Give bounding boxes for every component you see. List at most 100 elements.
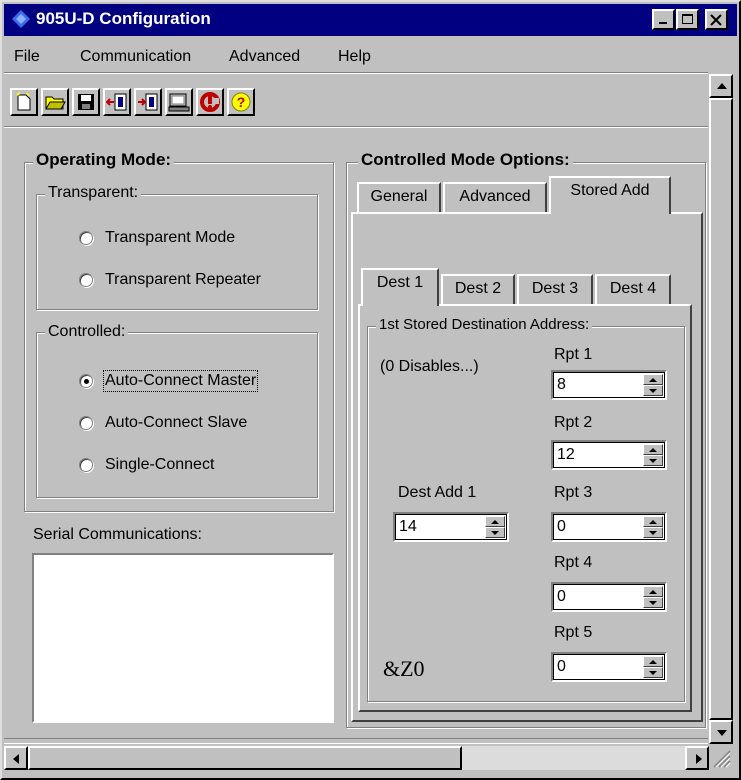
tab-label: Advanced: [459, 188, 531, 205]
rpt-2-label: Rpt 2: [554, 414, 593, 431]
open-file-button[interactable]: [41, 88, 69, 116]
minimize-button[interactable]: [652, 9, 675, 30]
tab-dest-1[interactable]: Dest 1: [361, 268, 439, 306]
reset-icon: [200, 92, 220, 112]
rpt-5-value[interactable]: 0: [557, 658, 566, 676]
menu-file[interactable]: File: [14, 48, 40, 66]
tab-stored-add[interactable]: Stored Add: [549, 176, 671, 214]
radio-label: Transparent Repeater: [105, 271, 261, 288]
help-button[interactable]: ?: [227, 88, 255, 116]
rpt-3-spinbox[interactable]: 0: [551, 512, 667, 542]
radio-label: Transparent Mode: [105, 229, 236, 246]
spin-up-icon[interactable]: [643, 656, 663, 667]
rpt-4-label: Rpt 4: [554, 554, 593, 571]
spin-up-icon[interactable]: [643, 516, 663, 527]
rpt-5-spinbox[interactable]: 0: [551, 652, 667, 682]
spin-down-icon[interactable]: [643, 597, 663, 608]
stored-destination-label: 1st Stored Destination Address:: [376, 316, 593, 333]
horizontal-scrollbar[interactable]: [4, 746, 709, 770]
size-grip-icon: [713, 750, 731, 768]
rpt-4-spinbox[interactable]: 0: [551, 582, 667, 612]
new-file-button[interactable]: [10, 88, 38, 116]
spin-up-icon[interactable]: [643, 374, 663, 385]
maximize-button[interactable]: [676, 9, 699, 30]
reset-button[interactable]: [196, 88, 224, 116]
status-strip: [4, 738, 708, 744]
radio-single-connect[interactable]: Single-Connect: [79, 453, 214, 477]
spin-down-icon[interactable]: [643, 527, 663, 538]
operating-mode-label: Operating Mode:: [33, 150, 175, 170]
save-file-button[interactable]: [72, 88, 100, 116]
serial-communications-label: Serial Communications:: [33, 526, 202, 543]
menu-communication[interactable]: Communication: [80, 48, 191, 66]
tab-dest-3[interactable]: Dest 3: [517, 274, 593, 304]
minimize-icon: [659, 22, 667, 24]
radio-button-checked[interactable]: [79, 374, 93, 388]
arrow-left-icon: [13, 754, 19, 764]
tab-label: Dest 4: [609, 280, 657, 297]
radio-button[interactable]: [79, 231, 93, 245]
spin-down-icon[interactable]: [643, 385, 663, 396]
transparent-label: Transparent:: [45, 184, 142, 202]
rpt-3-label: Rpt 3: [554, 484, 593, 501]
menu-help[interactable]: Help: [338, 48, 371, 66]
rpt-1-label: Rpt 1: [554, 346, 593, 363]
rpt-3-value[interactable]: 0: [557, 518, 566, 536]
radio-label: Auto-Connect Slave: [105, 414, 248, 431]
command-string: &Z0: [383, 656, 425, 681]
radio-button[interactable]: [79, 416, 93, 430]
tab-dest-4[interactable]: Dest 4: [595, 274, 671, 304]
radio-auto-connect-slave[interactable]: Auto-Connect Slave: [79, 411, 247, 435]
close-icon: [710, 14, 722, 26]
spin-up-icon[interactable]: [643, 586, 663, 597]
hscroll-thumb[interactable]: [28, 746, 462, 770]
radio-button[interactable]: [79, 458, 93, 472]
write-button[interactable]: [134, 88, 162, 116]
scroll-left-button[interactable]: [4, 746, 28, 770]
radio-transparent-repeater[interactable]: Transparent Repeater: [79, 268, 261, 292]
tab-label: Dest 2: [454, 280, 502, 297]
tab-label: General: [370, 188, 428, 205]
spin-down-icon[interactable]: [643, 667, 663, 678]
arrow-right-icon: [696, 754, 702, 764]
controlled-label: Controlled:: [45, 323, 129, 341]
toolbar-separator: [4, 126, 708, 128]
tab-label: Dest 1: [376, 274, 424, 291]
spin-down-icon[interactable]: [643, 455, 663, 466]
spin-down-icon[interactable]: [485, 527, 505, 538]
scroll-thumb[interactable]: [709, 98, 733, 720]
tab-general[interactable]: General: [357, 182, 441, 212]
tab-advanced[interactable]: Advanced: [443, 182, 547, 212]
radio-button[interactable]: [79, 273, 93, 287]
scroll-right-button[interactable]: [685, 746, 709, 770]
dest-add-spinbox[interactable]: 14: [393, 512, 509, 542]
terminal-button[interactable]: [165, 88, 193, 116]
rpt-2-value[interactable]: 12: [557, 446, 575, 464]
radio-auto-connect-master[interactable]: Auto-Connect Master: [79, 369, 259, 393]
spin-up-icon[interactable]: [485, 516, 505, 527]
new-icon: [16, 92, 31, 111]
tab-dest-2[interactable]: Dest 2: [441, 274, 515, 304]
arrow-down-icon: [717, 730, 727, 736]
rpt-4-value[interactable]: 0: [557, 588, 566, 606]
close-button[interactable]: [705, 9, 728, 30]
rpt-2-spinbox[interactable]: 12: [551, 440, 667, 470]
open-icon: [45, 96, 66, 110]
title-bar[interactable]: 905U-D Configuration: [4, 4, 737, 36]
serial-communications-box[interactable]: [32, 553, 334, 723]
maximize-icon: [682, 14, 693, 24]
scroll-down-button[interactable]: [709, 720, 733, 744]
rpt-1-spinbox[interactable]: 8: [551, 370, 667, 400]
radio-transparent-mode[interactable]: Transparent Mode: [79, 226, 235, 250]
rpt-1-value[interactable]: 8: [557, 376, 566, 394]
window-title: 905U-D Configuration: [36, 9, 211, 28]
terminal-icon: [168, 93, 190, 112]
spin-up-icon[interactable]: [643, 444, 663, 455]
vertical-scrollbar[interactable]: [709, 74, 733, 744]
radio-label: Auto-Connect Master: [102, 370, 259, 392]
scroll-up-button[interactable]: [709, 74, 733, 98]
read-button[interactable]: [103, 88, 131, 116]
dest-add-value[interactable]: 14: [399, 518, 417, 536]
size-grip[interactable]: [709, 746, 733, 770]
menu-advanced[interactable]: Advanced: [229, 48, 300, 66]
